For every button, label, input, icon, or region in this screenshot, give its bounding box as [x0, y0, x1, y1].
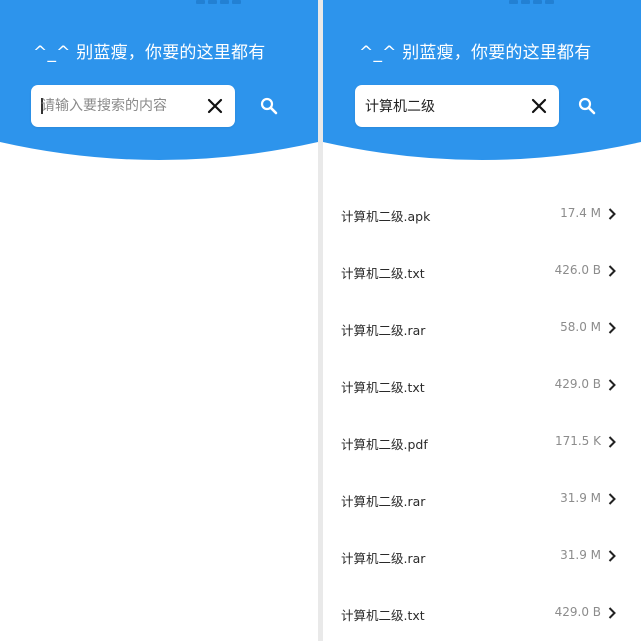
file-name: 计算机二级.txt — [341, 380, 425, 395]
file-size: 58.0 M — [560, 320, 601, 334]
result-row[interactable]: 计算机二级.rar 31.9 M — [323, 528, 641, 585]
result-row[interactable]: 计算机二级.txt 429.0 B — [323, 357, 641, 414]
search-input[interactable] — [365, 85, 525, 127]
file-name: 计算机二级.txt — [341, 608, 425, 623]
file-name: 计算机二级.pdf — [341, 437, 428, 452]
slogan-text: ^_^ 别蓝瘦，你要的这里都有 — [359, 43, 592, 63]
search-button[interactable] — [575, 94, 599, 118]
clear-button[interactable] — [527, 94, 551, 118]
file-size: 429.0 B — [554, 605, 601, 619]
chevron-right-icon — [608, 493, 616, 505]
result-row[interactable]: 计算机二级.txt 429.0 B — [323, 585, 641, 641]
search-input[interactable] — [41, 85, 201, 127]
file-name: 计算机二级.txt — [341, 266, 425, 281]
chevron-right-icon — [608, 607, 616, 619]
chevron-right-icon — [608, 379, 616, 391]
results-list: 计算机二级.apk 17.4 M 计算机二级.txt 426.0 B 计算机二级… — [323, 186, 641, 641]
clear-button[interactable] — [203, 94, 227, 118]
chevron-right-icon — [608, 265, 616, 277]
file-size: 171.5 K — [554, 434, 601, 448]
chevron-right-icon — [608, 550, 616, 562]
file-size: 426.0 B — [554, 263, 601, 277]
left-screen: ^_^ 别蓝瘦，你要的这里都有 — [0, 0, 318, 641]
file-size: 31.9 M — [560, 548, 601, 562]
search-button[interactable] — [257, 94, 281, 118]
file-name: 计算机二级.rar — [341, 494, 426, 509]
search-icon — [260, 97, 278, 115]
chevron-right-icon — [608, 322, 616, 334]
result-row[interactable]: 计算机二级.rar 31.9 M — [323, 471, 641, 528]
file-size: 429.0 B — [554, 377, 601, 391]
result-row[interactable]: 计算机二级.pdf 171.5 K — [323, 414, 641, 471]
chevron-right-icon — [608, 436, 616, 448]
search-icon — [578, 97, 596, 115]
close-icon — [531, 98, 547, 114]
right-screen: ^_^ 别蓝瘦，你要的这里都有 计算机二级.apk 17.4 M 计算机 — [323, 0, 641, 641]
close-icon — [207, 98, 223, 114]
file-size: 31.9 M — [560, 491, 601, 505]
comparison-screenshot: ^_^ 别蓝瘦，你要的这里都有 ^_^ — [0, 0, 641, 641]
result-row[interactable]: 计算机二级.apk 17.4 M — [323, 186, 641, 243]
result-row[interactable]: 计算机二级.txt 426.0 B — [323, 243, 641, 300]
file-name: 计算机二级.rar — [341, 323, 426, 338]
file-name: 计算机二级.apk — [341, 209, 431, 224]
status-bar — [196, 0, 241, 5]
status-bar — [509, 0, 554, 5]
slogan-text: ^_^ 别蓝瘦，你要的这里都有 — [33, 43, 266, 63]
file-size: 17.4 M — [560, 206, 601, 220]
search-box — [355, 85, 559, 127]
result-row[interactable]: 计算机二级.rar 58.0 M — [323, 300, 641, 357]
search-box — [31, 85, 235, 127]
chevron-right-icon — [608, 208, 616, 220]
file-name: 计算机二级.rar — [341, 551, 426, 566]
